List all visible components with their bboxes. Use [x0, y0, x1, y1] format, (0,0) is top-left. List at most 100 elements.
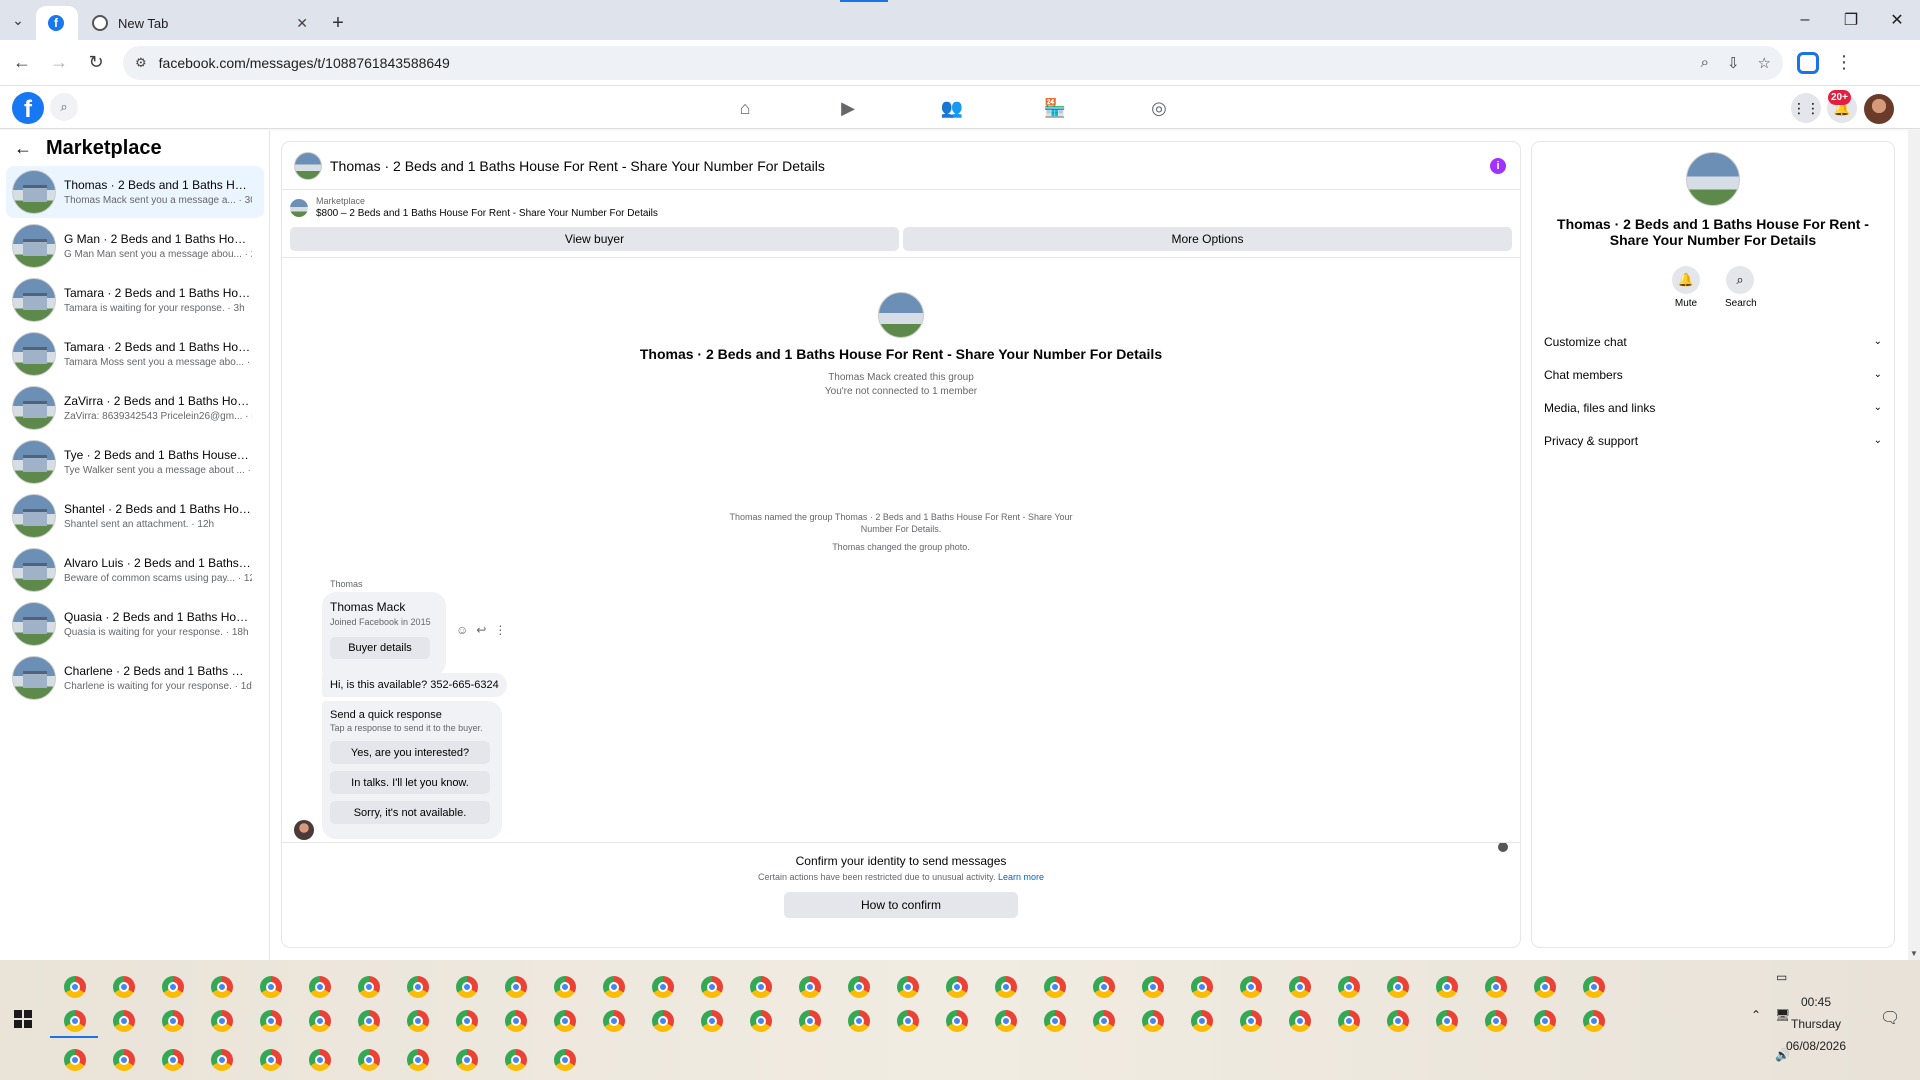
conversation-item[interactable]: Charlene · 2 Beds and 1 Baths Hou... Char… [6, 652, 264, 704]
search-icon[interactable]: ⌕ [50, 93, 78, 121]
chrome-taskbar-icon[interactable] [456, 1049, 478, 1071]
chrome-taskbar-icon[interactable] [1044, 976, 1066, 998]
chrome-taskbar-icon[interactable] [1289, 1010, 1311, 1032]
chrome-taskbar-icon[interactable] [554, 1010, 576, 1032]
chrome-taskbar-icon[interactable] [701, 976, 723, 998]
chrome-taskbar-icon[interactable] [750, 976, 772, 998]
minimize-button[interactable]: – [1782, 0, 1828, 40]
notification-center-icon[interactable]: 🗨 [1880, 1008, 1900, 1028]
close-window-button[interactable]: ✕ [1874, 0, 1920, 40]
tray-overflow-icon[interactable]: ⌃ [1751, 1008, 1761, 1022]
more-options-button[interactable]: More Options [903, 227, 1512, 251]
chrome-taskbar-icon[interactable] [701, 1010, 723, 1032]
chrome-taskbar-icon[interactable] [848, 976, 870, 998]
listing-info[interactable]: Marketplace $800 – 2 Beds and 1 Baths Ho… [290, 196, 1512, 219]
quick-response-in-talks[interactable]: In talks. I'll let you know. [330, 771, 490, 794]
chrome-taskbar-icon[interactable] [652, 976, 674, 998]
conversation-item[interactable]: Tamara · 2 Beds and 1 Baths House... Tama… [6, 328, 264, 380]
windows-start-icon[interactable] [14, 1010, 32, 1028]
menu-grid-icon[interactable]: ⋮⋮ [1791, 93, 1821, 123]
chrome-taskbar-icon[interactable] [260, 976, 282, 998]
how-to-confirm-button[interactable]: How to confirm [784, 892, 1018, 918]
chrome-taskbar-icon[interactable] [162, 1010, 184, 1032]
message-bubble[interactable]: Hi, is this available? 352-665-6324 [322, 673, 507, 697]
chrome-taskbar-icon[interactable] [1485, 1010, 1507, 1032]
chrome-taskbar-icon[interactable] [603, 1010, 625, 1032]
chrome-taskbar-icon[interactable] [260, 1049, 282, 1071]
back-arrow-icon[interactable]: ← [14, 138, 32, 159]
chat-title[interactable]: Thomas · 2 Beds and 1 Baths House For Re… [330, 158, 825, 174]
chrome-taskbar-icon[interactable] [1534, 1010, 1556, 1032]
tray-device-icon[interactable]: ▭ [1776, 970, 1787, 984]
react-emoji-icon[interactable]: ☺ [456, 623, 468, 637]
reload-button[interactable]: ↻ [81, 48, 111, 78]
chrome-taskbar-icon[interactable] [1436, 976, 1458, 998]
conversation-item[interactable]: ZaVirra · 2 Beds and 1 Baths House... ZaV… [6, 382, 264, 434]
chrome-taskbar-icon[interactable] [260, 1010, 282, 1032]
customize-chat-section[interactable]: Customize chat ⌄ [1532, 325, 1894, 358]
chrome-taskbar-icon[interactable] [1289, 976, 1311, 998]
chrome-taskbar-icon[interactable] [554, 1049, 576, 1071]
media-files-section[interactable]: Media, files and links ⌄ [1532, 391, 1894, 424]
scroll-down-arrow-icon[interactable]: ▼ [1910, 949, 1918, 958]
bookmark-star-icon[interactable]: ☆ [1758, 54, 1771, 72]
chrome-taskbar-icon[interactable] [848, 1010, 870, 1032]
chrome-taskbar-icon[interactable] [456, 1010, 478, 1032]
browser-menu-icon[interactable]: ⋮ [1835, 52, 1853, 73]
privacy-support-section[interactable]: Privacy & support ⌄ [1532, 424, 1894, 457]
groups-icon[interactable]: ◎ [1129, 87, 1189, 129]
chrome-taskbar-icon[interactable] [64, 1049, 86, 1071]
zoom-icon[interactable]: ⌕ [1701, 54, 1709, 71]
friends-icon[interactable]: 👥 [922, 87, 982, 129]
forward-button[interactable]: → [44, 48, 74, 78]
quick-response-yes[interactable]: Yes, are you interested? [330, 741, 490, 764]
chrome-taskbar-icon[interactable] [162, 1049, 184, 1071]
chrome-taskbar-icon[interactable] [211, 1049, 233, 1071]
maximize-button[interactable]: ❐ [1828, 0, 1874, 40]
chrome-taskbar-icon[interactable] [113, 1010, 135, 1032]
page-scrollbar[interactable]: ▼ [1908, 130, 1920, 960]
chat-members-section[interactable]: Chat members ⌄ [1532, 358, 1894, 391]
chrome-taskbar-icon[interactable] [211, 1010, 233, 1032]
chrome-taskbar-icon[interactable] [1387, 1010, 1409, 1032]
conversation-item[interactable]: Tamara · 2 Beds and 1 Baths House... Tama… [6, 274, 264, 326]
browser-profile-icon[interactable] [1797, 51, 1819, 74]
marketplace-icon[interactable]: 🏪 [1025, 87, 1085, 129]
chrome-taskbar-icon[interactable] [1485, 976, 1507, 998]
conversation-item[interactable]: Quasia · 2 Beds and 1 Baths House... Quas… [6, 598, 264, 650]
chrome-taskbar-icon[interactable] [505, 976, 527, 998]
omnibox[interactable]: ⚙ facebook.com/messages/t/10887618435886… [123, 45, 1783, 80]
home-icon[interactable]: ⌂ [715, 87, 775, 129]
chrome-taskbar-icon[interactable] [407, 1010, 429, 1032]
chrome-taskbar-icon[interactable] [799, 976, 821, 998]
chrome-taskbar-icon[interactable] [358, 1049, 380, 1071]
chrome-taskbar-icon[interactable] [64, 976, 86, 998]
chrome-taskbar-icon[interactable] [1044, 1010, 1066, 1032]
video-icon[interactable]: ▶ [818, 87, 878, 129]
chrome-taskbar-icon[interactable] [1240, 976, 1262, 998]
learn-more-link[interactable]: Learn more [998, 872, 1044, 882]
chrome-taskbar-icon[interactable] [1387, 976, 1409, 998]
account-avatar[interactable] [1864, 94, 1894, 124]
chrome-taskbar-icon[interactable] [1191, 976, 1213, 998]
chrome-taskbar-icon[interactable] [799, 1010, 821, 1032]
chrome-taskbar-icon[interactable] [1093, 976, 1115, 998]
conversation-item[interactable]: Shantel · 2 Beds and 1 Baths Hous... Shan… [6, 490, 264, 542]
chrome-taskbar-icon[interactable] [407, 1049, 429, 1071]
chrome-taskbar-icon[interactable] [456, 976, 478, 998]
chrome-taskbar-icon[interactable] [1338, 976, 1360, 998]
close-tab-icon[interactable]: ✕ [296, 15, 308, 32]
chrome-taskbar-icon[interactable] [1436, 1010, 1458, 1032]
chrome-taskbar-icon[interactable] [1240, 1010, 1262, 1032]
clock[interactable]: 00:45 Thursday 06/08/2026 [1768, 991, 1864, 1057]
conversation-item[interactable]: G Man · 2 Beds and 1 Baths House ... G Ma… [6, 220, 264, 272]
group-photo-info[interactable] [1686, 152, 1740, 206]
chrome-taskbar-icon[interactable] [211, 976, 233, 998]
chrome-taskbar-icon[interactable] [652, 1010, 674, 1032]
chrome-taskbar-icon[interactable] [946, 976, 968, 998]
chrome-taskbar-icon[interactable] [64, 1010, 86, 1032]
search-button[interactable]: ⌕ Search [1725, 266, 1757, 309]
tab-new-tab[interactable]: New Tab ✕ [80, 6, 320, 40]
chrome-taskbar-icon[interactable] [505, 1049, 527, 1071]
chrome-taskbar-icon[interactable] [946, 1010, 968, 1032]
